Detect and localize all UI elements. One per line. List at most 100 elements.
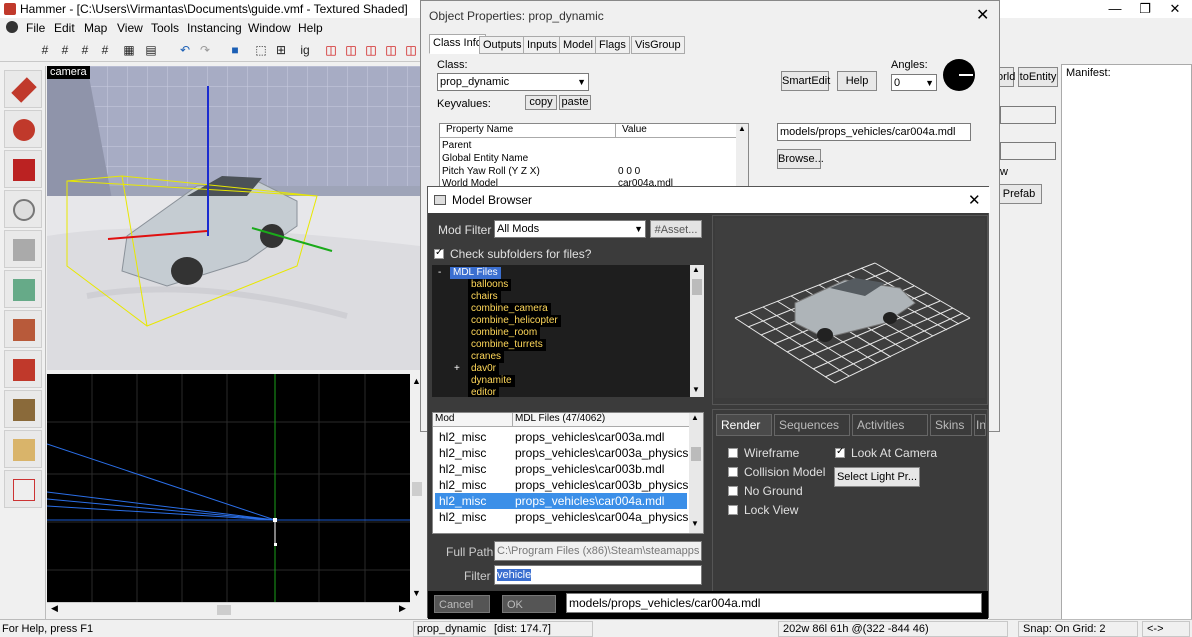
look-at-camera-checkbox[interactable]: ✓ bbox=[835, 446, 845, 458]
model-browser-close-icon[interactable]: ✕ bbox=[968, 191, 981, 209]
table-row[interactable]: hl2_misc props_vehicles\car003a_physics.. bbox=[435, 445, 695, 461]
hide-icon[interactable]: ◫ bbox=[322, 41, 340, 59]
grid-3d-icon[interactable]: # bbox=[96, 41, 114, 59]
table-row[interactable]: hl2_misc props_vehicles\car003b_physics.. bbox=[435, 477, 695, 493]
tab-activities[interactable]: Activities bbox=[852, 414, 928, 436]
cordon-icon[interactable]: ◫ bbox=[402, 41, 420, 59]
collision-model-checkbox[interactable] bbox=[728, 467, 738, 477]
table-row[interactable]: hl2_misc props_vehicles\car003a.mdl bbox=[435, 429, 687, 445]
browse-button[interactable]: Browse... bbox=[777, 149, 824, 169]
lock-view-checkbox[interactable] bbox=[728, 505, 738, 515]
grid-smaller-icon[interactable]: # bbox=[56, 41, 74, 59]
undo-icon[interactable]: ↶ bbox=[176, 41, 194, 59]
block-tool-button[interactable] bbox=[4, 230, 42, 268]
ok-button[interactable]: OK bbox=[502, 595, 556, 613]
row-name-global-entity[interactable]: Global Entity Name bbox=[442, 153, 528, 164]
show-selected-icon[interactable]: ◫ bbox=[342, 41, 360, 59]
tab-outputs[interactable]: Outputs bbox=[479, 36, 526, 54]
list-scrollbar[interactable]: ▲ ▼ bbox=[689, 413, 703, 533]
row-name-parent[interactable]: Parent bbox=[442, 140, 471, 151]
system-menu-icon[interactable] bbox=[6, 21, 18, 33]
grid-larger-icon[interactable]: # bbox=[76, 41, 94, 59]
asset-button[interactable]: #Asset... bbox=[650, 220, 702, 238]
tab-sequences[interactable]: Sequences bbox=[774, 414, 850, 436]
show-all-icon[interactable]: ◫ bbox=[362, 41, 380, 59]
tree-scroll-down-icon[interactable]: ▼ bbox=[692, 385, 700, 394]
tree-scrollbar[interactable]: ▲ ▼ bbox=[690, 265, 704, 397]
tab-inputs[interactable]: Inputs bbox=[523, 36, 561, 54]
minimize-button[interactable]: — bbox=[1100, 0, 1130, 18]
table-row[interactable]: hl2_misc props_vehicles\car004a_physics.. bbox=[435, 509, 695, 525]
tab-visgroup[interactable]: VisGroup bbox=[631, 36, 685, 54]
header-property-name[interactable]: Property Name bbox=[440, 124, 616, 138]
restore-button[interactable]: ❐ bbox=[1130, 0, 1160, 18]
tree-item[interactable]: dav0r bbox=[468, 363, 500, 375]
cube-icon[interactable]: ■ bbox=[226, 41, 244, 59]
tree-scroll-thumb[interactable] bbox=[692, 279, 702, 295]
tex-lock-icon[interactable]: ⊞ bbox=[272, 41, 290, 59]
tree-item[interactable]: balloons bbox=[468, 279, 512, 291]
entity-tool-button[interactable] bbox=[4, 190, 42, 228]
to-entity-button[interactable]: toEntity bbox=[1018, 67, 1058, 87]
tab-model[interactable]: Model bbox=[559, 36, 597, 54]
right-dropdown-1[interactable] bbox=[1000, 106, 1056, 124]
decal-tool-button[interactable] bbox=[4, 350, 42, 388]
row-name-pitch-yaw-roll[interactable]: Pitch Yaw Roll (Y Z X) bbox=[442, 166, 540, 177]
select-light-button[interactable]: Select Light Pr... bbox=[834, 467, 920, 487]
table-row[interactable]: hl2_misc props_vehicles\car003b.mdl bbox=[435, 461, 687, 477]
object-properties-close-icon[interactable]: ✕ bbox=[976, 5, 989, 25]
auto-vis-icon[interactable]: ◫ bbox=[382, 41, 400, 59]
smartedit-button[interactable]: SmartEdit bbox=[781, 71, 830, 91]
tab-skins[interactable]: Skins bbox=[930, 414, 972, 436]
tab-class-info[interactable]: Class Info bbox=[429, 34, 486, 54]
menu-view[interactable]: View bbox=[117, 21, 143, 35]
mod-filter-dropdown[interactable]: All Mods ▼ bbox=[494, 220, 646, 238]
tab-more[interactable]: In bbox=[974, 414, 986, 436]
list-header-files[interactable]: MDL Files (47/4062) bbox=[513, 413, 689, 427]
menu-instancing[interactable]: Instancing bbox=[187, 21, 242, 35]
scroll-down-icon[interactable]: ▼ bbox=[412, 588, 421, 598]
tree-item[interactable]: combine_camera bbox=[468, 303, 551, 315]
folder-tree[interactable]: - MDL Files balloons chairs combine_came… bbox=[432, 265, 704, 397]
menu-window[interactable]: Window bbox=[248, 21, 291, 35]
scroll-left-icon[interactable]: ◀ bbox=[51, 603, 58, 614]
full-path-field[interactable]: C:\Program Files (x86)\Steam\steamapps bbox=[494, 541, 702, 561]
menu-help[interactable]: Help bbox=[298, 21, 323, 35]
right-dropdown-2[interactable] bbox=[1000, 142, 1056, 160]
model-path-field[interactable]: models/props_vehicles/car004a.mdl bbox=[777, 123, 971, 141]
table-scroll-up-icon[interactable]: ▲ bbox=[736, 124, 748, 188]
vertex-tool-button[interactable] bbox=[4, 470, 42, 508]
tab-render[interactable]: Render bbox=[716, 414, 772, 436]
angles-dropdown[interactable]: 0 ▼ bbox=[891, 74, 937, 91]
list-scroll-down-icon[interactable]: ▼ bbox=[691, 519, 699, 528]
manifest-panel[interactable]: Manifest: bbox=[1061, 64, 1192, 620]
magnify-tool-button[interactable] bbox=[4, 110, 42, 148]
row-value-pitch-yaw-roll[interactable]: 0 0 0 bbox=[618, 166, 640, 177]
carve-icon[interactable]: ▦ bbox=[120, 41, 138, 59]
select-icon[interactable]: ⬚ bbox=[252, 41, 270, 59]
no-ground-checkbox[interactable] bbox=[728, 486, 738, 496]
scroll-thumb[interactable] bbox=[217, 605, 231, 615]
cancel-button[interactable]: Cancel bbox=[434, 595, 490, 613]
apply-texture-button[interactable] bbox=[4, 310, 42, 348]
menu-map[interactable]: Map bbox=[84, 21, 107, 35]
list-scroll-up-icon[interactable]: ▲ bbox=[691, 413, 699, 422]
scroll-right-icon[interactable]: ▶ bbox=[399, 603, 406, 614]
ignore-groups-icon[interactable]: ig bbox=[296, 41, 314, 59]
redo-icon[interactable]: ↷ bbox=[196, 41, 214, 59]
tree-item[interactable]: cranes bbox=[468, 351, 505, 363]
camera-tool-button[interactable] bbox=[4, 150, 42, 188]
list-scroll-thumb[interactable] bbox=[691, 447, 701, 461]
tree-expand-icon[interactable]: + bbox=[454, 363, 460, 374]
angles-dial-icon[interactable] bbox=[943, 59, 975, 91]
class-dropdown[interactable]: prop_dynamic ▼ bbox=[437, 73, 589, 91]
camera-viewport[interactable]: camera bbox=[47, 66, 420, 370]
menu-edit[interactable]: Edit bbox=[54, 21, 75, 35]
selected-model-field[interactable]: models/props_vehicles/car004a.mdl bbox=[566, 593, 982, 613]
tree-collapse-icon[interactable]: - bbox=[438, 267, 441, 278]
selection-tool-button[interactable] bbox=[4, 70, 42, 108]
tree-item[interactable]: chairs bbox=[468, 291, 501, 303]
overlay-tool-button[interactable] bbox=[4, 390, 42, 428]
tree-item[interactable]: combine_turrets bbox=[468, 339, 546, 351]
tree-item[interactable]: combine_helicopter bbox=[468, 315, 561, 327]
